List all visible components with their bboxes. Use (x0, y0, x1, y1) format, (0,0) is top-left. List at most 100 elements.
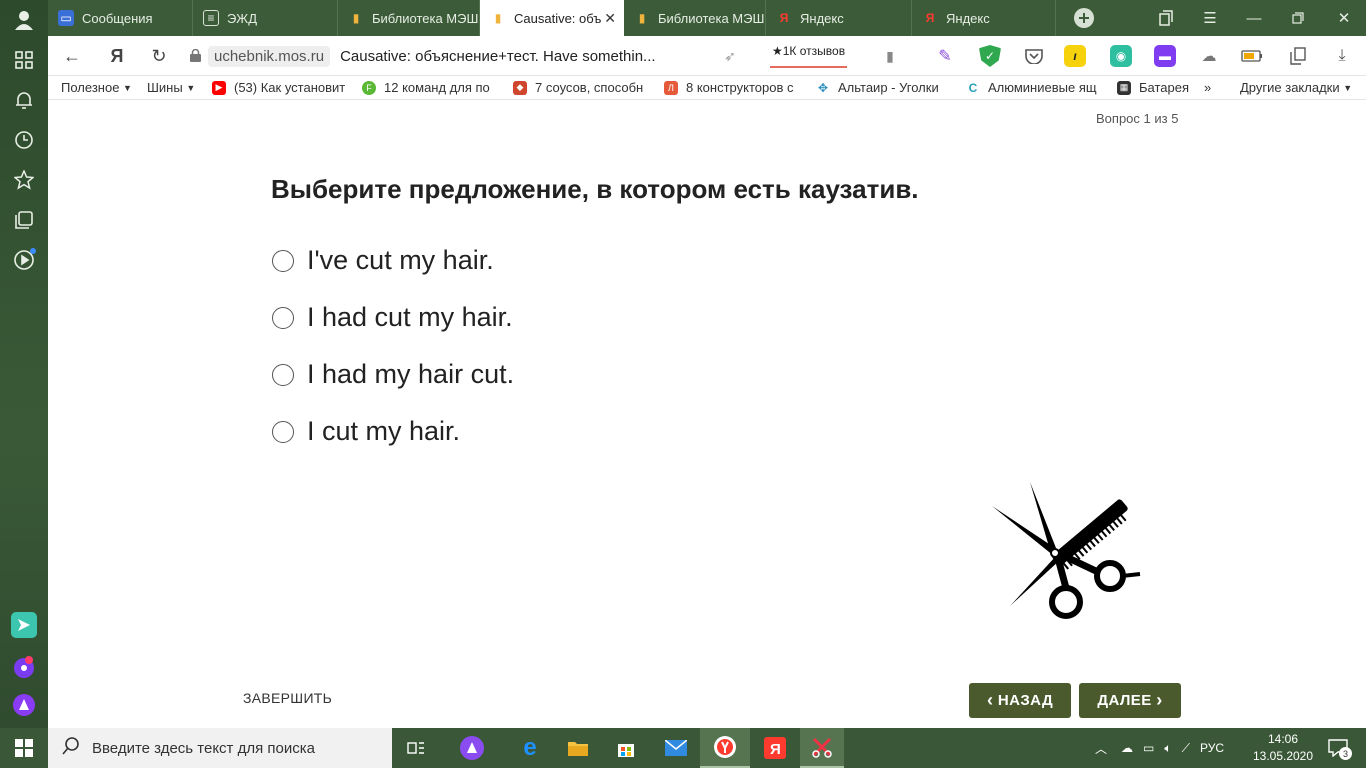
answer-option-4[interactable]: I cut my hair. (272, 416, 460, 447)
chevron-left-icon: ‹ (986, 690, 994, 710)
back-arrow-icon[interactable]: ← (60, 44, 84, 68)
download-icon[interactable]: ⤓ (1331, 45, 1353, 67)
url-page-title: Causative: объяснение+тест. Have somethi… (340, 47, 656, 65)
bookmark-8-constructors[interactable]: Л 8 конструкторов с (664, 80, 798, 95)
pen-extension-icon[interactable]: ✎ (934, 45, 956, 67)
back-button[interactable]: ‹ НАЗАД (969, 683, 1071, 718)
tab-label: Яндекс (800, 10, 844, 26)
scissors-comb-illustration (992, 482, 1141, 619)
battery-extension-icon[interactable] (1241, 45, 1263, 67)
tab-causative[interactable]: ▮ Causative: объ ✕ (480, 0, 624, 36)
music-app-icon[interactable] (11, 654, 37, 680)
messenger-app-icon[interactable] (11, 612, 37, 638)
reviews-badge[interactable]: ★1К отзывов (770, 42, 848, 68)
bookmark-aluminum-boxes[interactable]: C Алюминиевые ящ (966, 80, 1099, 95)
answer-option-2[interactable]: I had cut my hair. (272, 302, 513, 333)
notifications-center-icon[interactable]: 3 (1324, 728, 1352, 768)
alice-taskbar-icon[interactable] (452, 728, 492, 768)
shield-extension-icon[interactable]: ✓ (979, 45, 1001, 67)
radio-button[interactable] (272, 420, 294, 443)
windows-taskbar: Введите здесь текст для поиска e Я ︿ ☁ ▭… (0, 728, 1366, 768)
volume-icon[interactable]: 🔈︎ (1164, 741, 1171, 756)
network-icon[interactable]: ⟋ (1182, 741, 1190, 756)
tabs-panel-icon[interactable] (1146, 0, 1186, 36)
restore-window-icon[interactable] (1278, 0, 1318, 36)
rocket-icon[interactable]: ➶ (718, 44, 742, 68)
file-explorer-icon[interactable] (558, 728, 598, 768)
reload-icon[interactable]: ↻ (147, 44, 171, 68)
bulb-extension-icon[interactable]: ◉ (1110, 45, 1132, 67)
book-icon: ▮ (638, 11, 646, 25)
clock[interactable]: 14:06 13.05.2020 (1252, 728, 1314, 768)
windows-start-icon[interactable] (0, 728, 48, 768)
mail-icon[interactable] (656, 728, 696, 768)
close-window-icon[interactable]: ✕ (1324, 0, 1364, 36)
bookmark-youtube[interactable]: ▶ (53) Как установит (212, 80, 345, 95)
snipping-tool-icon[interactable] (800, 728, 844, 768)
collections-icon[interactable] (12, 208, 36, 232)
close-tab-icon[interactable]: ✕ (604, 10, 616, 27)
url-field[interactable]: uchebnik.mos.ru Causative: объяснение+те… (190, 44, 656, 68)
tab-messages[interactable]: ▭ Сообщения (48, 0, 193, 36)
notifications-bell-icon[interactable] (12, 88, 36, 112)
radio-button[interactable] (272, 249, 294, 272)
bookmark-tires[interactable]: Шины ▼ (147, 80, 195, 95)
bookmark-label: Полезное (61, 80, 120, 95)
onedrive-cloud-icon[interactable]: ☁ (1121, 741, 1133, 755)
l-site-icon: Л (664, 80, 678, 95)
clock-date: 13.05.2020 (1252, 749, 1314, 763)
menu-hamburger-icon[interactable]: ☰ (1190, 0, 1230, 36)
more-bookmarks-chevron-icon[interactable]: » (1204, 80, 1211, 95)
new-tab-button[interactable] (1064, 0, 1104, 36)
question-text: Выберите предложение, в котором есть кау… (271, 174, 919, 204)
task-view-icon[interactable] (396, 728, 436, 768)
copy-extension-icon[interactable] (1287, 45, 1309, 67)
vpn-extension-icon[interactable]: ☁ (1198, 45, 1220, 67)
answer-option-3[interactable]: I had my hair cut. (272, 359, 514, 390)
tab-library-1[interactable]: ▮ Библиотека МЭШ (338, 0, 480, 36)
pocket-extension-icon[interactable] (1023, 45, 1045, 67)
tab-yandex-1[interactable]: Я Яндекс (766, 0, 912, 36)
next-button[interactable]: ДАЛЕЕ › (1079, 683, 1181, 718)
i-extension-icon[interactable]: ı (1064, 45, 1086, 67)
answer-option-1[interactable]: I've cut my hair. (272, 245, 494, 276)
taskbar-search-box[interactable]: Введите здесь текст для поиска (48, 728, 392, 768)
answer-text: I had my hair cut. (307, 359, 515, 389)
tab-ezhd[interactable]: ≡ ЭЖД (193, 0, 338, 36)
yandex-browser-taskbar-icon[interactable] (700, 728, 750, 768)
video-play-icon[interactable] (12, 248, 36, 272)
unread-dot (30, 248, 36, 254)
answer-text: I cut my hair. (307, 416, 461, 446)
bookmark-icon[interactable]: ▮ (878, 44, 902, 68)
chevron-right-icon: › (1156, 690, 1163, 710)
finish-link[interactable]: ЗАВЕРШИТЬ (243, 690, 332, 706)
tab-library-2[interactable]: ▮ Библиотека МЭШ (624, 0, 766, 36)
bookmark-7-sauces[interactable]: ◆ 7 соусов, способн (513, 80, 646, 95)
bookmark-battery[interactable]: ▦ Батарея (1117, 80, 1189, 95)
yandex-home-icon[interactable]: Я (105, 44, 129, 68)
tab-label: Яндекс (946, 10, 990, 26)
store-icon[interactable] (606, 728, 646, 768)
yandex-app-icon[interactable]: Я (750, 728, 800, 768)
edge-browser-icon[interactable]: e (510, 728, 550, 768)
purple-extension-icon[interactable]: ▬ (1154, 45, 1176, 67)
minimize-window-icon[interactable]: — (1234, 0, 1274, 36)
chevron-down-icon: ▼ (123, 82, 132, 93)
apps-grid-icon[interactable] (12, 48, 36, 72)
alice-assistant-icon[interactable] (11, 692, 37, 718)
bookmark-12-commands[interactable]: F 12 команд для по (362, 80, 495, 95)
yandex-icon: Я (925, 11, 935, 25)
language-indicator[interactable]: РУС (1200, 741, 1224, 755)
bookmark-altair[interactable]: ✥ Альтаир - Уголки (816, 80, 949, 95)
favorites-star-icon[interactable] (12, 168, 36, 192)
history-clock-icon[interactable] (12, 128, 36, 152)
bookmark-useful[interactable]: Полезное ▼ (61, 80, 132, 95)
radio-button[interactable] (272, 363, 294, 386)
radio-button[interactable] (272, 306, 294, 329)
tray-chevron-up-icon[interactable]: ︿ (1095, 740, 1107, 757)
tab-label: Библиотека МЭШ (658, 10, 765, 26)
battery-icon[interactable]: ▭ (1143, 741, 1154, 755)
profile-icon[interactable] (12, 8, 36, 32)
other-bookmarks[interactable]: Другие закладки ▼ (1240, 80, 1352, 95)
tab-yandex-2[interactable]: Я Яндекс (912, 0, 1056, 36)
